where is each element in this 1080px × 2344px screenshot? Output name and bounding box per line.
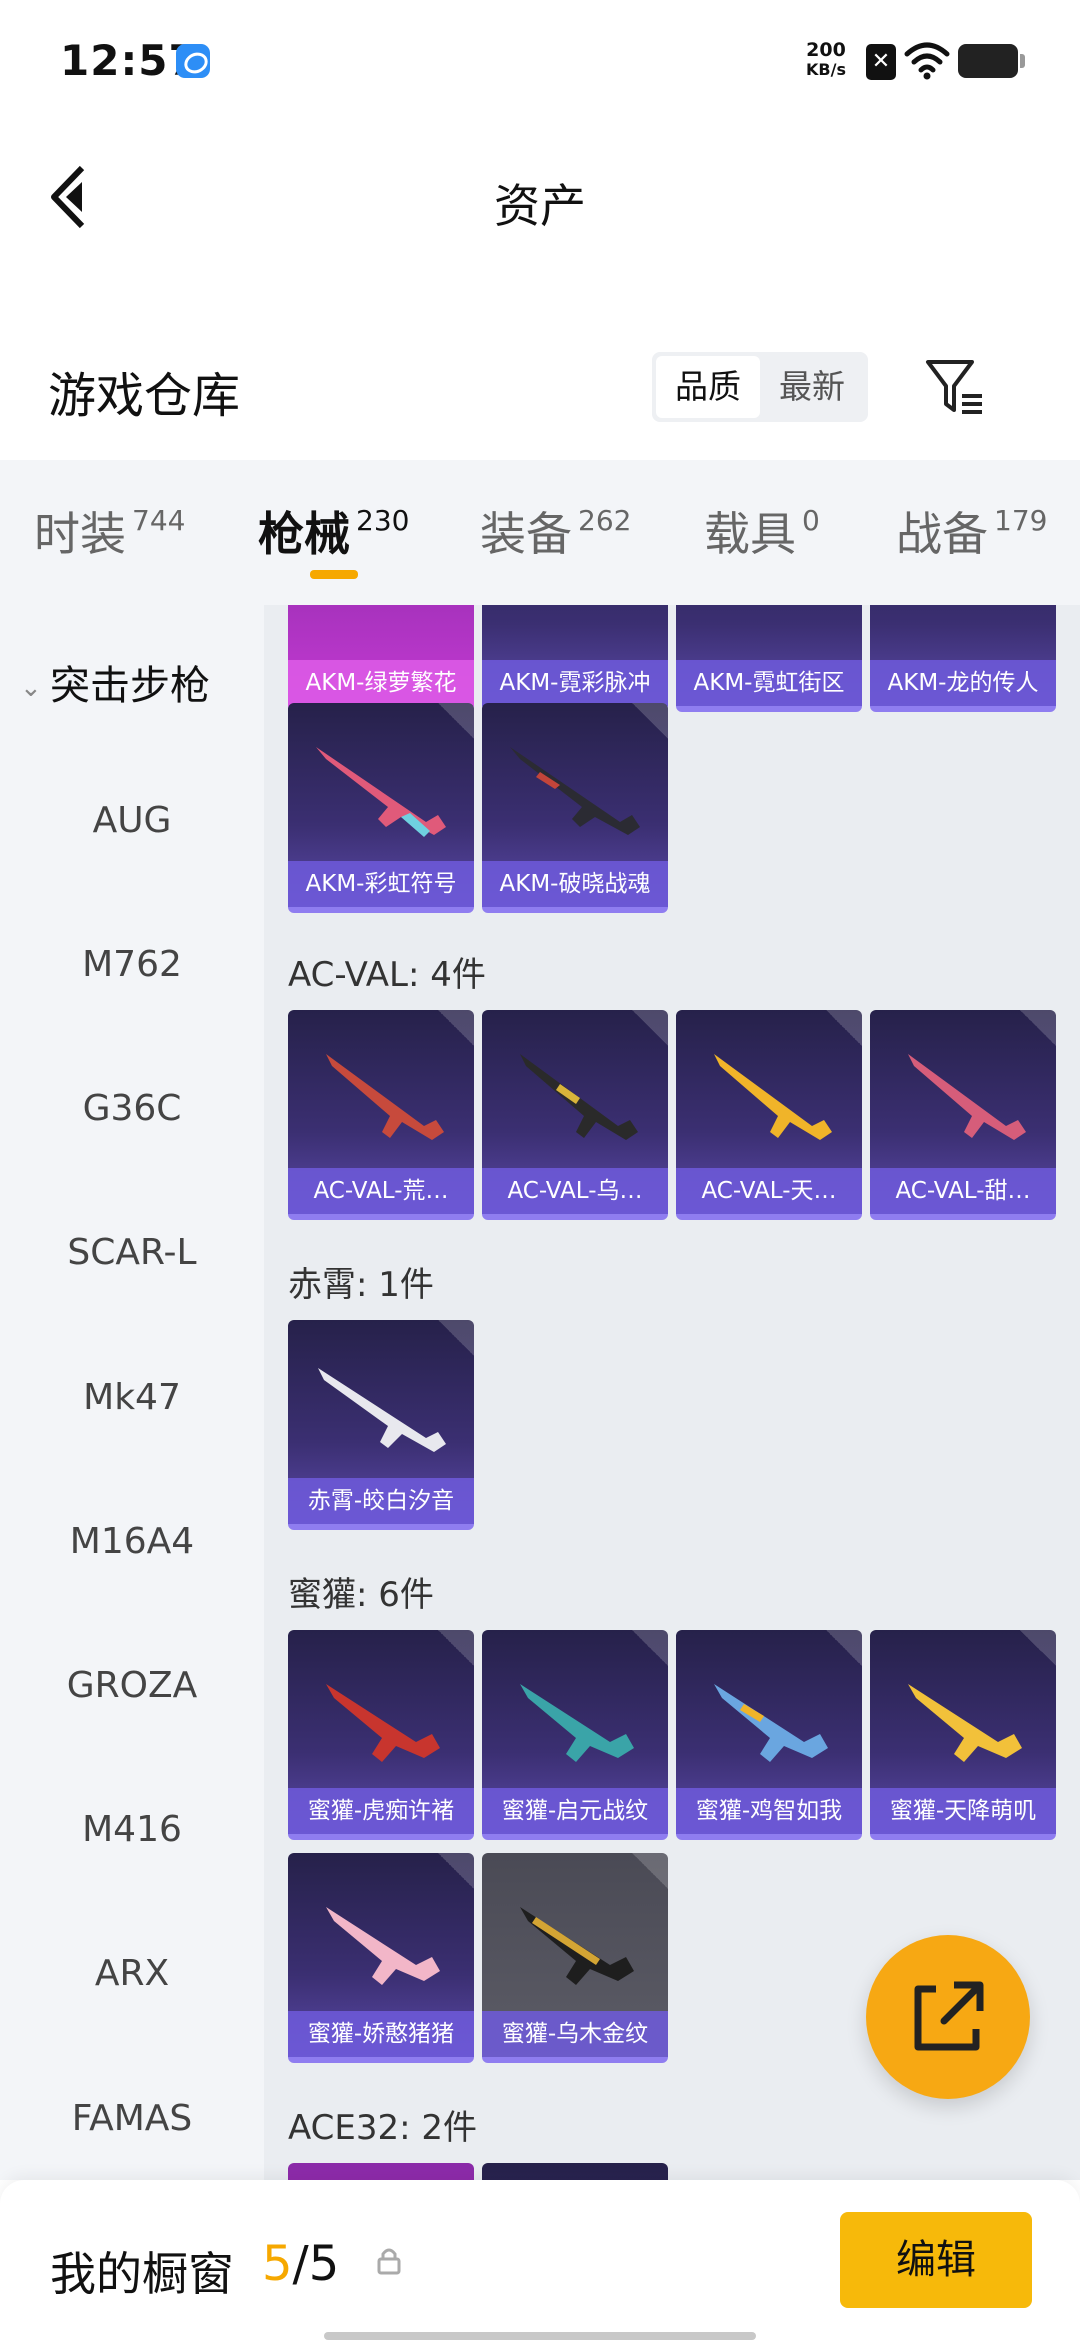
smg-icon bbox=[714, 1684, 828, 1762]
skin-card-label: AC-VAL-荒… bbox=[288, 1168, 474, 1214]
sort-toggle: 品质 最新 bbox=[652, 352, 868, 422]
sidebar-item-g36c[interactable]: G36C bbox=[0, 1088, 264, 1129]
skin-card[interactable]: AC-VAL-荒… bbox=[288, 1010, 474, 1220]
rifle-icon bbox=[326, 1054, 444, 1140]
tab-label: 载具 bbox=[704, 507, 796, 561]
sidebar-item-famas[interactable]: FAMAS bbox=[0, 2098, 264, 2139]
sort-quality-option[interactable]: 品质 bbox=[656, 356, 760, 418]
skin-card[interactable]: AC-VAL-天… bbox=[676, 1010, 862, 1220]
skin-card-label: 赤霄-皎白汐音 bbox=[288, 1478, 474, 1524]
skin-card-label: AC-VAL-天… bbox=[676, 1168, 862, 1214]
rifle-icon bbox=[714, 1054, 832, 1140]
no-sim-icon: ✕ bbox=[866, 44, 896, 80]
weapon-sidebar: ⌄ 突击步枪 AUG M762 G36C SCAR-L Mk47 M16A4 GR… bbox=[0, 605, 264, 2180]
skin-card[interactable]: AC-VAL-乌… bbox=[482, 1010, 668, 1220]
sort-newest-option[interactable]: 最新 bbox=[760, 356, 864, 418]
skin-card[interactable]: 赤霄-皎白汐音 bbox=[288, 1320, 474, 1530]
showcase-title: 我的橱窗 bbox=[50, 2247, 234, 2301]
wifi-icon bbox=[904, 42, 950, 80]
sidebar-item-aug[interactable]: AUG bbox=[0, 800, 264, 841]
section-title-ace32: ACE32: 2件 bbox=[288, 2108, 478, 2148]
tab-label: 装备 bbox=[480, 507, 572, 561]
smg-icon bbox=[520, 1907, 634, 1985]
skin-card[interactable]: 蜜獾-天降萌叽 bbox=[870, 1630, 1056, 1840]
rifle-icon bbox=[520, 1054, 638, 1140]
smg-icon bbox=[908, 1684, 1022, 1762]
sidebar-item-m762[interactable]: M762 bbox=[0, 944, 264, 985]
smg-icon bbox=[326, 1907, 440, 1985]
showcase-count-current: 5 bbox=[262, 2236, 293, 2292]
skin-card-label: AC-VAL-甜… bbox=[870, 1168, 1056, 1214]
sidebar-item-m16a4[interactable]: M16A4 bbox=[0, 1521, 264, 1562]
sidebar-category-label: 突击步枪 bbox=[50, 663, 210, 709]
skin-card[interactable] bbox=[288, 2163, 474, 2180]
tab-count: 179 bbox=[994, 504, 1048, 537]
skin-card[interactable]: 蜜獾-虎痴许褚 bbox=[288, 1630, 474, 1840]
chevron-down-icon: ⌄ bbox=[20, 673, 42, 703]
home-indicator bbox=[324, 2332, 756, 2340]
skin-card[interactable]: AC-VAL-甜… bbox=[870, 1010, 1056, 1220]
rifle-icon bbox=[318, 1368, 446, 1452]
tab-vehicles[interactable]: 载具 0 bbox=[704, 498, 820, 564]
tab-supplies[interactable]: 战备 179 bbox=[896, 498, 1047, 564]
showcase-count: 5/5 bbox=[262, 2236, 339, 2292]
tab-count: 262 bbox=[578, 504, 632, 537]
skin-card-label: AC-VAL-乌… bbox=[482, 1168, 668, 1214]
battery-icon bbox=[958, 44, 1025, 78]
skin-card-label: 蜜獾-虎痴许褚 bbox=[288, 1788, 474, 1834]
active-tab-indicator bbox=[310, 570, 358, 579]
showcase-count-total: /5 bbox=[292, 2236, 340, 2292]
filter-icon[interactable] bbox=[922, 356, 986, 420]
smg-icon bbox=[520, 1684, 634, 1762]
skin-card[interactable] bbox=[482, 2163, 668, 2180]
status-bar: 12:57 200 KB/s ✕ bbox=[0, 0, 1080, 120]
category-tabs: 时装 744 枪械 230 装备 262 载具 0 战备 179 bbox=[0, 460, 1080, 605]
external-link-icon bbox=[914, 1981, 984, 2051]
tab-guns[interactable]: 枪械 230 bbox=[258, 498, 409, 564]
sidebar-category-assault-rifle[interactable]: ⌄ 突击步枪 bbox=[20, 653, 210, 711]
skin-card[interactable]: 蜜獾-启元战纹 bbox=[482, 1630, 668, 1840]
tab-count: 0 bbox=[802, 504, 820, 537]
sidebar-item-mk47[interactable]: Mk47 bbox=[0, 1377, 264, 1418]
section-title-acval: AC-VAL: 4件 bbox=[288, 955, 486, 995]
sidebar-item-m416[interactable]: M416 bbox=[0, 1809, 264, 1850]
rifle-icon bbox=[908, 1054, 1026, 1140]
skin-card-label: 蜜獾-鸡智如我 bbox=[676, 1788, 862, 1834]
skin-card-label: 蜜獾-娇憨猪猪 bbox=[288, 2011, 474, 2057]
tab-equipment[interactable]: 装备 262 bbox=[480, 498, 631, 564]
tab-label: 战备 bbox=[896, 507, 988, 561]
network-speed-unit: KB/s bbox=[806, 60, 846, 79]
smg-icon bbox=[326, 1684, 440, 1762]
lock-icon bbox=[377, 2248, 401, 2275]
sidebar-item-arx[interactable]: ARX bbox=[0, 1953, 264, 1994]
skin-card-label: 蜜獾-乌木金纹 bbox=[482, 2011, 668, 2057]
tab-count: 744 bbox=[132, 504, 186, 537]
tab-fashion[interactable]: 时装 744 bbox=[34, 498, 185, 564]
section-title-chixiao: 赤霄: 1件 bbox=[288, 1265, 434, 1305]
showcase-bar: 我的橱窗 5/5 编辑 bbox=[0, 2180, 1080, 2344]
share-fab-button[interactable] bbox=[866, 1935, 1030, 2099]
tab-label: 枪械 bbox=[258, 507, 350, 561]
sidebar-item-groza[interactable]: GROZA bbox=[0, 1665, 264, 1706]
app-notification-icon bbox=[176, 44, 210, 78]
skin-card[interactable]: 蜜獾-乌木金纹 bbox=[482, 1853, 668, 2063]
warehouse-title: 游戏仓库 bbox=[48, 368, 241, 424]
tab-count: 230 bbox=[356, 504, 410, 537]
skin-card[interactable]: 蜜獾-娇憨猪猪 bbox=[288, 1853, 474, 2063]
section-title-mihuan: 蜜獾: 6件 bbox=[288, 1575, 434, 1615]
skin-card[interactable]: 蜜獾-鸡智如我 bbox=[676, 1630, 862, 1840]
network-speed: 200 KB/s bbox=[800, 40, 852, 80]
page-title: 资产 bbox=[494, 179, 586, 233]
skin-card-label: 蜜獾-天降萌叽 bbox=[870, 1788, 1056, 1834]
sidebar-item-scar-l[interactable]: SCAR-L bbox=[0, 1232, 264, 1273]
edit-button[interactable]: 编辑 bbox=[840, 2212, 1032, 2308]
tab-label: 时装 bbox=[34, 507, 126, 561]
network-speed-value: 200 bbox=[806, 39, 846, 61]
skin-card-label: 蜜獾-启元战纹 bbox=[482, 1788, 668, 1834]
